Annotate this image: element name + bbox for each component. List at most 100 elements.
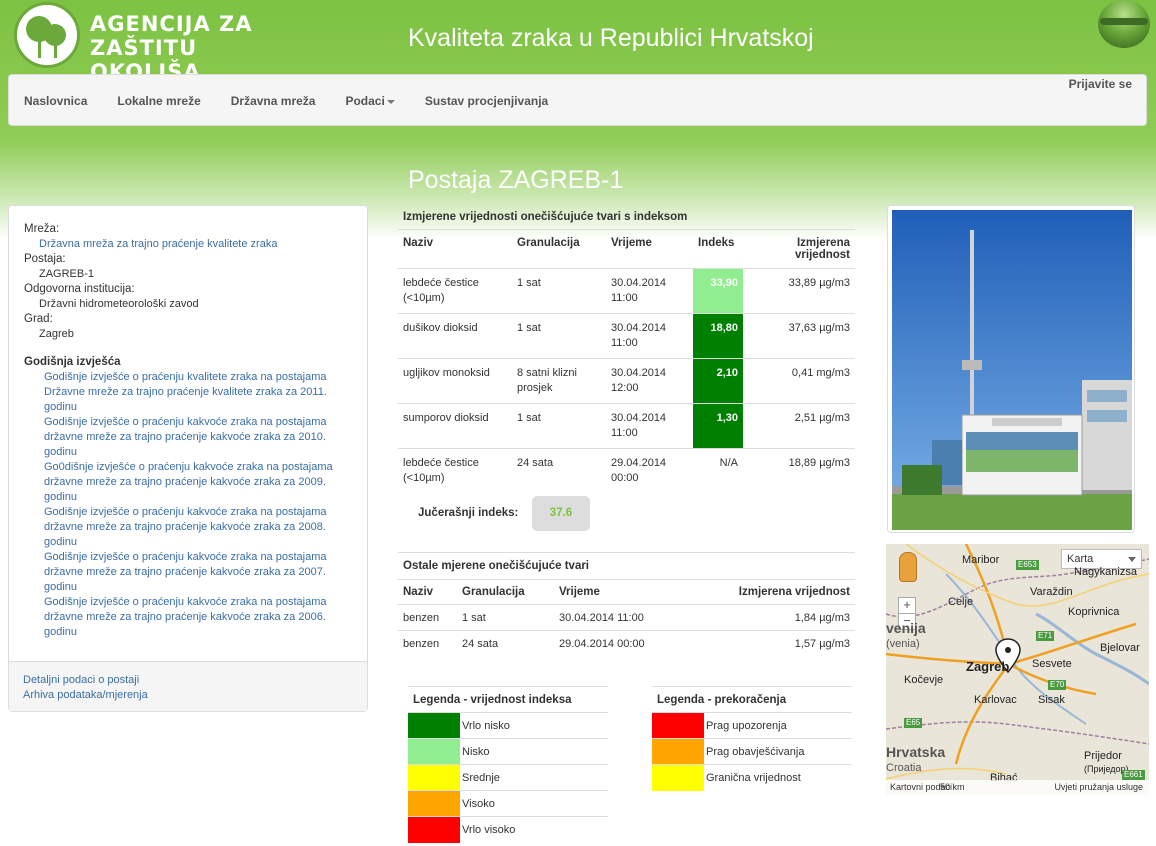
table-row: benzen 24 sata 29.04.2014 00:00 1,57 µg/m3: [398, 630, 855, 657]
map-country-sublabel: Croatia: [886, 762, 922, 774]
nav-item-lokalne-mreze[interactable]: Lokalne mreže: [102, 75, 215, 127]
index-cell: 18,80: [693, 313, 743, 359]
pollutant-name-cell: benzen: [398, 630, 457, 657]
network-link[interactable]: Državna mreža za trajno praćenje kvalite…: [39, 238, 277, 250]
legend-title: Legenda - vrijednost indeksa: [408, 686, 608, 713]
station-info-panel: Mreža: Državna mreža za trajno praćenje …: [8, 205, 368, 712]
map-city-label: Celje: [948, 596, 974, 608]
map-scale-label: 50 km: [940, 782, 965, 792]
legend-swatch: [408, 790, 460, 817]
legend-label: Srednje: [460, 764, 608, 791]
map-terms-link[interactable]: Uvjeti pružanja usluge: [1054, 780, 1143, 795]
other-table-caption: Ostale mjerene onečišćujuće tvari: [398, 552, 855, 579]
station-value: ZAGREB-1: [39, 268, 95, 280]
report-link[interactable]: Godišnje izvješće o praćenju kakvoće zra…: [24, 595, 352, 640]
time-cell: 29.04.2014 00:00: [606, 448, 693, 493]
granulation-cell: 24 sata: [512, 448, 606, 493]
station-info-footer: Detaljni podaci o postaji Arhiva podatak…: [9, 661, 367, 711]
map-country-label: venija: [886, 620, 926, 636]
map-city-zagreb: Zagreb: [966, 659, 1010, 674]
column-header: Granulacija: [512, 229, 606, 269]
granulation-cell: 8 satni klizni prosjek: [512, 358, 606, 404]
login-link[interactable]: Prijavite se: [1069, 77, 1132, 91]
table-header-row: Naziv Granulacija Vrijeme Indeks Izmjere…: [398, 229, 855, 269]
granulation-cell: 1 sat: [512, 268, 606, 314]
street-view-pegman-icon[interactable]: [899, 552, 917, 582]
institution-label: Odgovorna institucija:: [24, 283, 135, 295]
legend-item: Nisko: [408, 738, 608, 765]
legend-swatch: [408, 816, 460, 843]
station-map[interactable]: + − Karta Maribor Nagykanizsa Celje Vara…: [886, 544, 1149, 795]
index-cell: 2,10: [693, 358, 743, 404]
logo-tree-trunk: [38, 40, 41, 58]
report-link[interactable]: Godišnje izvješće o praćenju kvalitete z…: [24, 370, 352, 415]
nav-item-podaci[interactable]: Podaci: [330, 75, 409, 127]
nav-item-naslovnica[interactable]: Naslovnica: [9, 75, 102, 127]
other-pollutants-table: Naziv Granulacija Vrijeme Izmjerena vrij…: [398, 579, 855, 657]
legend-title: Legenda - prekoračenja: [652, 686, 852, 713]
report-link[interactable]: Godišnje izvješće o praćenju kakvoće zra…: [24, 505, 352, 550]
map-zoom-in-button[interactable]: +: [898, 597, 916, 614]
table-row: lebdeće čestice (<10µm) 1 sat 30.04.2014 1…: [398, 268, 855, 314]
navbar: Naslovnica Lokalne mreže Državna mreža P…: [8, 74, 1147, 126]
chevron-down-icon: [1128, 557, 1136, 562]
time-cell: 30.04.2014 12:00: [606, 358, 693, 404]
granulation-cell: 24 sata: [457, 630, 554, 657]
agency-logo[interactable]: AGENCIJA ZA ZAŠTITU OKOLIŠA: [14, 2, 314, 84]
map-city-label: Sesvete: [1032, 658, 1072, 670]
station-label: Postaja:: [24, 253, 66, 265]
legend-label: Vrlo nisko: [460, 712, 608, 739]
map-road-label: E65: [904, 718, 923, 728]
city-value: Zagreb: [39, 328, 74, 340]
map-country-sublabel: (venia): [886, 638, 920, 650]
globe-band: [1100, 18, 1148, 25]
legend-swatch: [408, 712, 460, 739]
legend-swatch: [652, 738, 704, 765]
index-cell: 33,90: [693, 268, 743, 314]
data-archive-link[interactable]: Arhiva podataka/mjerenja: [23, 688, 353, 703]
column-header: Vrijeme: [606, 229, 693, 269]
legend-label: Vrlo visoko: [460, 816, 608, 843]
granulation-cell: 1 sat: [457, 604, 554, 631]
page-title: Postaja ZAGREB-1: [408, 166, 624, 194]
map-city-label: Bjelovar: [1100, 642, 1140, 654]
measured-value-cell: 1,57 µg/m3: [674, 630, 855, 657]
column-header: Granulacija: [457, 579, 554, 605]
measured-value-cell: 37,63 µg/m3: [743, 313, 855, 359]
column-header: Izmjerena vrijednost: [743, 229, 855, 269]
yesterday-index-label: Jučerašnji indeks:: [418, 507, 519, 519]
report-link[interactable]: Godišnje izvješće o praćenju kakvoće zra…: [24, 550, 352, 595]
nav-item-podaci-label: Podaci: [345, 94, 385, 108]
nav-item-sustav-procjenjivanja[interactable]: Sustav procjenjivanja: [410, 75, 563, 127]
institution-value: Državni hidrometeorološki zavod: [39, 298, 199, 310]
index-legend: Legenda - vrijednost indeksa Vrlo nisko N…: [408, 686, 608, 843]
report-link[interactable]: Godišnje izvješće o praćenju kakvoće zra…: [24, 415, 352, 460]
station-photo-image: [892, 210, 1132, 530]
legend-label: Granična vrijednost: [704, 764, 852, 791]
report-link[interactable]: Go0dišnje izvješće o praćenju kakvoće zr…: [24, 460, 352, 505]
time-cell: 30.04.2014 11:00: [554, 604, 674, 631]
map-road-label: E653: [1016, 560, 1039, 570]
nav-item-drzavna-mreza[interactable]: Državna mreža: [216, 75, 331, 127]
map-city-label: Karlovac: [974, 694, 1017, 706]
pollutant-name-cell: dušikov dioksid: [398, 313, 512, 359]
map-city-label: Sisak: [1038, 694, 1065, 706]
map-road-label: E661: [1122, 770, 1145, 780]
granulation-cell: 1 sat: [512, 313, 606, 359]
map-country-label: Hrvatska: [886, 744, 946, 760]
map-city-label: Nagykanizsa: [1074, 566, 1137, 578]
legend-item: Prag obavješćivanja: [652, 738, 852, 765]
legend-swatch: [652, 764, 704, 791]
station-details-link[interactable]: Detaljni podaci o postaji: [23, 673, 353, 688]
column-header: Izmjerena vrijednost: [674, 579, 855, 605]
legend-item: Vrlo visoko: [408, 816, 608, 843]
time-cell: 30.04.2014 11:00: [606, 268, 693, 314]
measured-value-cell: 33,89 µg/m3: [743, 268, 855, 314]
table-row: sumporov dioksid 1 sat 30.04.2014 11:00 1,3…: [398, 403, 855, 449]
granulation-cell: 1 sat: [512, 403, 606, 449]
pollutant-name-cell: lebdeće čestice (<10µm): [398, 448, 512, 493]
logo-tree-trunk-small: [54, 44, 57, 58]
caret-down-icon: [386, 99, 395, 104]
column-header: Naziv: [398, 579, 457, 605]
table-row: lebdeće čestice (<10µm) 24 sata 29.04.2014…: [398, 448, 855, 493]
